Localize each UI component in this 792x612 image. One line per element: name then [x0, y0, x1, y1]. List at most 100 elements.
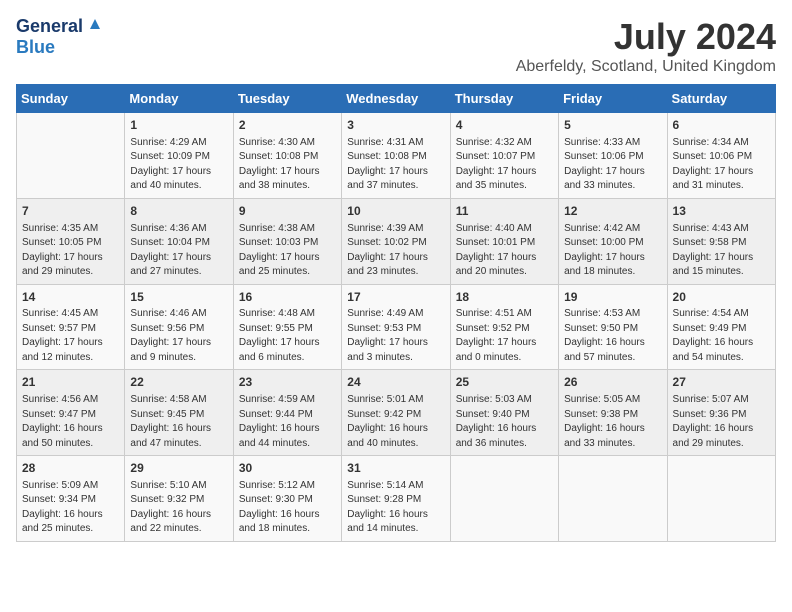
day-info: Sunrise: 4:58 AM Sunset: 9:45 PM Dayligh… — [130, 393, 227, 451]
day-number: 25 — [456, 374, 553, 391]
calendar-week-row: 28 Sunrise: 5:09 AM Sunset: 9:34 PM Dayli… — [17, 456, 776, 542]
day-number: 4 — [456, 117, 553, 134]
day-number: 8 — [130, 203, 227, 220]
column-header-sunday: Sunday — [17, 85, 125, 113]
day-number: 17 — [347, 289, 444, 306]
day-info: Sunrise: 4:40 AM Sunset: 10:01 PM Daylig… — [456, 222, 553, 280]
calendar-cell: 25Sunrise: 5:03 AM Sunset: 9:40 PM Dayli… — [450, 370, 558, 456]
day-number: 5 — [564, 117, 661, 134]
day-info: Sunrise: 4:33 AM Sunset: 10:06 PM Daylig… — [564, 136, 661, 194]
calendar-cell: 17Sunrise: 4:49 AM Sunset: 9:53 PM Dayli… — [342, 284, 450, 370]
logo-general-text: General — [16, 16, 83, 37]
day-info: Sunrise: 4:49 AM Sunset: 9:53 PM Dayligh… — [347, 307, 444, 365]
calendar-cell: 29 Sunrise: 5:10 AM Sunset: 9:32 PM Dayli… — [125, 456, 233, 542]
column-header-monday: Monday — [125, 85, 233, 113]
calendar-cell: 2 Sunrise: 4:30 AM Sunset: 10:08 PM Dayli… — [233, 113, 341, 199]
day-info: Sunrise: 4:30 AM Sunset: 10:08 PM Daylig… — [239, 136, 336, 194]
day-number: 7 — [22, 203, 119, 220]
logo: General Blue — [16, 16, 104, 58]
day-number: 31 — [347, 460, 444, 477]
calendar-cell: 1 Sunrise: 4:29 AM Sunset: 10:09 PM Dayli… — [125, 113, 233, 199]
day-number: 29 — [130, 460, 227, 477]
month-year-title: July 2024 — [516, 16, 776, 58]
day-info: Sunrise: 4:42 AM Sunset: 10:00 PM Daylig… — [564, 222, 661, 280]
day-number: 2 — [239, 117, 336, 134]
day-number: 10 — [347, 203, 444, 220]
day-info: Sunrise: 4:59 AM Sunset: 9:44 PM Dayligh… — [239, 393, 336, 451]
title-area: July 2024 Aberfeldy, Scotland, United Ki… — [516, 16, 776, 76]
day-number: 23 — [239, 374, 336, 391]
calendar-cell: 7 Sunrise: 4:35 AM Sunset: 10:05 PM Dayli… — [17, 198, 125, 284]
day-number: 3 — [347, 117, 444, 134]
day-info: Sunrise: 4:39 AM Sunset: 10:02 PM Daylig… — [347, 222, 444, 280]
day-number: 24 — [347, 374, 444, 391]
day-info: Sunrise: 5:12 AM Sunset: 9:30 PM Dayligh… — [239, 479, 336, 537]
calendar-cell: 23 Sunrise: 4:59 AM Sunset: 9:44 PM Dayli… — [233, 370, 341, 456]
day-info: Sunrise: 4:56 AM Sunset: 9:47 PM Dayligh… — [22, 393, 119, 451]
calendar-cell: 6 Sunrise: 4:34 AM Sunset: 10:06 PM Dayli… — [667, 113, 775, 199]
day-info: Sunrise: 4:53 AM Sunset: 9:50 PM Dayligh… — [564, 307, 661, 365]
day-info: Sunrise: 4:31 AM Sunset: 10:08 PM Daylig… — [347, 136, 444, 194]
day-number: 26 — [564, 374, 661, 391]
day-number: 15 — [130, 289, 227, 306]
calendar-cell: 24 Sunrise: 5:01 AM Sunset: 9:42 PM Dayli… — [342, 370, 450, 456]
calendar-cell — [559, 456, 667, 542]
calendar-cell — [17, 113, 125, 199]
column-header-friday: Friday — [559, 85, 667, 113]
calendar-cell: 9 Sunrise: 4:38 AM Sunset: 10:03 PM Dayli… — [233, 198, 341, 284]
column-header-saturday: Saturday — [667, 85, 775, 113]
day-info: Sunrise: 5:10 AM Sunset: 9:32 PM Dayligh… — [130, 479, 227, 537]
day-number: 16 — [239, 289, 336, 306]
day-info: Sunrise: 4:46 AM Sunset: 9:56 PM Dayligh… — [130, 307, 227, 365]
day-info: Sunrise: 5:05 AM Sunset: 9:38 PM Dayligh… — [564, 393, 661, 451]
day-info: Sunrise: 4:32 AM Sunset: 10:07 PM Daylig… — [456, 136, 553, 194]
day-number: 1 — [130, 117, 227, 134]
location-subtitle: Aberfeldy, Scotland, United Kingdom — [516, 58, 776, 76]
calendar-cell: 16Sunrise: 4:48 AM Sunset: 9:55 PM Dayli… — [233, 284, 341, 370]
day-info: Sunrise: 5:09 AM Sunset: 9:34 PM Dayligh… — [22, 479, 119, 537]
calendar-cell: 28 Sunrise: 5:09 AM Sunset: 9:34 PM Dayli… — [17, 456, 125, 542]
calendar-cell: 30 Sunrise: 5:12 AM Sunset: 9:30 PM Dayli… — [233, 456, 341, 542]
calendar-cell: 26 Sunrise: 5:05 AM Sunset: 9:38 PM Dayli… — [559, 370, 667, 456]
day-info: Sunrise: 4:38 AM Sunset: 10:03 PM Daylig… — [239, 222, 336, 280]
day-info: Sunrise: 4:36 AM Sunset: 10:04 PM Daylig… — [130, 222, 227, 280]
day-info: Sunrise: 4:54 AM Sunset: 9:49 PM Dayligh… — [673, 307, 770, 365]
day-info: Sunrise: 4:34 AM Sunset: 10:06 PM Daylig… — [673, 136, 770, 194]
calendar-cell: 13Sunrise: 4:43 AM Sunset: 9:58 PM Dayli… — [667, 198, 775, 284]
day-info: Sunrise: 5:01 AM Sunset: 9:42 PM Dayligh… — [347, 393, 444, 451]
day-number: 14 — [22, 289, 119, 306]
day-info: Sunrise: 4:45 AM Sunset: 9:57 PM Dayligh… — [22, 307, 119, 365]
calendar-cell: 19Sunrise: 4:53 AM Sunset: 9:50 PM Dayli… — [559, 284, 667, 370]
day-info: Sunrise: 4:51 AM Sunset: 9:52 PM Dayligh… — [456, 307, 553, 365]
calendar-cell: 11 Sunrise: 4:40 AM Sunset: 10:01 PM Dayl… — [450, 198, 558, 284]
day-number: 22 — [130, 374, 227, 391]
day-number: 20 — [673, 289, 770, 306]
calendar-table: SundayMondayTuesdayWednesdayThursdayFrid… — [16, 84, 776, 542]
calendar-cell: 18Sunrise: 4:51 AM Sunset: 9:52 PM Dayli… — [450, 284, 558, 370]
calendar-cell — [667, 456, 775, 542]
day-info: Sunrise: 4:35 AM Sunset: 10:05 PM Daylig… — [22, 222, 119, 280]
day-number: 13 — [673, 203, 770, 220]
day-number: 9 — [239, 203, 336, 220]
calendar-cell: 20Sunrise: 4:54 AM Sunset: 9:49 PM Dayli… — [667, 284, 775, 370]
day-info: Sunrise: 4:48 AM Sunset: 9:55 PM Dayligh… — [239, 307, 336, 365]
column-header-wednesday: Wednesday — [342, 85, 450, 113]
calendar-header-row: SundayMondayTuesdayWednesdayThursdayFrid… — [17, 85, 776, 113]
day-number: 30 — [239, 460, 336, 477]
calendar-week-row: 21Sunrise: 4:56 AM Sunset: 9:47 PM Dayli… — [17, 370, 776, 456]
day-info: Sunrise: 4:29 AM Sunset: 10:09 PM Daylig… — [130, 136, 227, 194]
day-number: 27 — [673, 374, 770, 391]
day-number: 6 — [673, 117, 770, 134]
day-number: 11 — [456, 203, 553, 220]
day-info: Sunrise: 5:14 AM Sunset: 9:28 PM Dayligh… — [347, 479, 444, 537]
day-number: 28 — [22, 460, 119, 477]
day-number: 19 — [564, 289, 661, 306]
calendar-week-row: 14Sunrise: 4:45 AM Sunset: 9:57 PM Dayli… — [17, 284, 776, 370]
calendar-cell: 15Sunrise: 4:46 AM Sunset: 9:56 PM Dayli… — [125, 284, 233, 370]
calendar-cell: 8 Sunrise: 4:36 AM Sunset: 10:04 PM Dayli… — [125, 198, 233, 284]
day-number: 12 — [564, 203, 661, 220]
calendar-week-row: 1 Sunrise: 4:29 AM Sunset: 10:09 PM Dayli… — [17, 113, 776, 199]
calendar-cell: 22 Sunrise: 4:58 AM Sunset: 9:45 PM Dayli… — [125, 370, 233, 456]
calendar-cell — [450, 456, 558, 542]
column-header-thursday: Thursday — [450, 85, 558, 113]
